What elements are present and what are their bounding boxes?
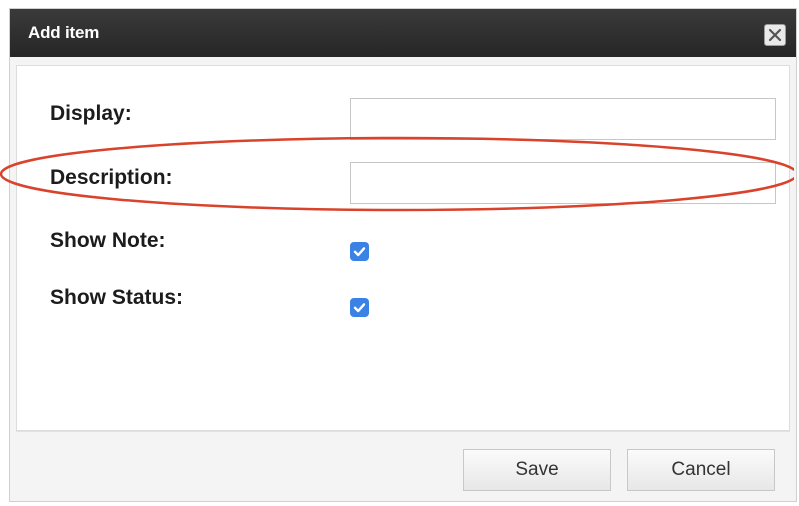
show-status-label: Show Status: <box>50 286 184 309</box>
save-button[interactable]: Save <box>463 449 611 491</box>
dialog-titlebar[interactable]: Add item <box>10 9 796 57</box>
description-label: Description: <box>50 166 173 189</box>
show-note-checkbox[interactable] <box>350 242 369 261</box>
checkmark-icon <box>353 247 366 257</box>
close-button[interactable] <box>764 24 786 46</box>
add-item-dialog: Add item Display: Description: Show Note… <box>9 8 797 502</box>
display-field[interactable] <box>350 98 776 140</box>
description-field[interactable] <box>350 162 776 204</box>
dialog-body: Display: Description: Show Note: Show St… <box>16 65 790 431</box>
dialog-title: Add item <box>28 23 100 42</box>
display-label: Display: <box>50 102 132 125</box>
show-note-label: Show Note: <box>50 229 166 252</box>
footer-divider <box>16 431 790 432</box>
checkmark-icon <box>353 303 366 313</box>
close-icon <box>768 28 782 42</box>
cancel-button[interactable]: Cancel <box>627 449 775 491</box>
show-status-checkbox[interactable] <box>350 298 369 317</box>
